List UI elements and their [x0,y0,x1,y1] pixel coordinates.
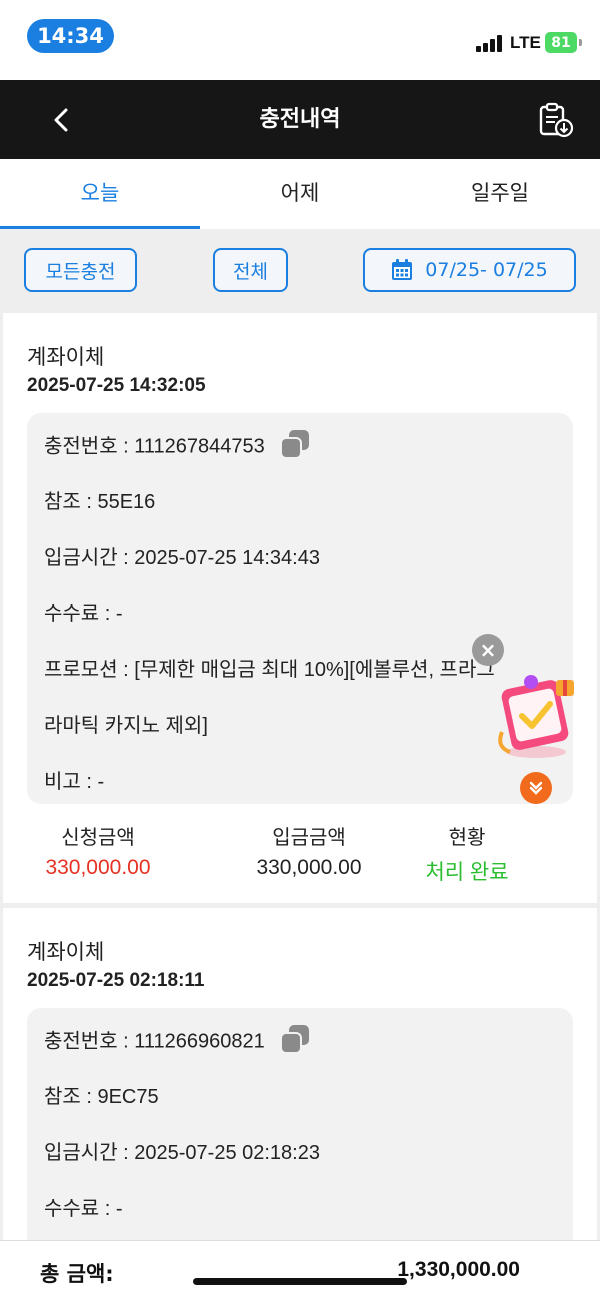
calendar-icon [392,259,413,280]
requested-value: 330,000.00 [45,856,151,879]
status-bar: 14:34 LTE 81 [0,0,600,80]
battery-tip [579,39,582,46]
battery-icon: 81 [545,32,577,53]
deposited-value: 330,000.00 [256,856,362,879]
charge-number-row: 충전번호 : 111267844753 [44,429,310,465]
deposit-time-row: 입금시간 : 2025-07-25 14:34:43 [44,547,320,569]
created-time: 2025-07-25 14:32:05 [27,375,206,396]
requested-label: 신청금액 [61,825,135,849]
charge-number: 충전번호 : 111267844753 [44,435,265,458]
double-chevron-down-icon [529,781,543,795]
record-details: 충전번호 : 111266960821 참조 : 9EC75 입금시간 : 20… [27,1008,573,1258]
tab-yesterday[interactable]: 어제 [200,159,400,229]
copy-icon[interactable] [280,1024,310,1060]
status-filter[interactable]: 전체 [213,248,288,292]
total-label: 총 금액: [40,1262,114,1286]
charge-type-filter[interactable]: 모든충전 [24,248,137,292]
signal-icon [476,34,506,52]
fee-row: 수수료 : - [44,603,123,625]
reference-row: 참조 : 55E16 [44,491,156,513]
promotion-row: 프로모션 : [무제한 매입금 최대 10%][에볼루션, 프라그 [44,659,495,681]
note-row: 비고 : - [44,771,105,793]
payment-method: 계좌이체 [27,940,105,964]
status-label: 현황 [448,825,486,849]
page-title: 충전내역 [259,107,341,132]
deposit-record-card: 계좌이체 2025-07-25 14:32:05 충전번호 : 11126784… [3,313,597,903]
app-header: 충전내역 [0,80,600,159]
back-button[interactable] [40,98,84,142]
deposited-label: 입금금액 [272,825,346,849]
requested-amount: 신청금액 330,000.00 [23,821,173,880]
clipboard-download-icon [539,102,574,138]
promo-close-button[interactable]: × [472,634,504,666]
tab-today[interactable]: 오늘 [0,159,200,229]
total-value: 1,330,000.00 [397,1258,520,1281]
status-value: 처리 완료 [425,861,509,884]
filter-bar: 모든충전 전체 07/25- 07/25 [0,229,600,313]
charge-number: 충전번호 : 111266960821 [44,1030,265,1053]
download-history-button[interactable] [534,98,578,142]
date-tabs: 오늘 어제 일주일 [0,159,600,229]
fee-row: 수수료 : - [44,1198,123,1220]
tab-week[interactable]: 일주일 [400,159,600,229]
charge-number-row: 충전번호 : 111266960821 [44,1024,310,1060]
home-indicator[interactable] [193,1278,407,1285]
copy-icon[interactable] [280,429,310,465]
processing-status: 현황 처리 완료 [407,821,527,886]
created-time: 2025-07-25 02:18:11 [27,970,205,991]
promotion-row-continued: 라마틱 카지노 제외] [44,715,208,737]
date-range-picker[interactable]: 07/25- 07/25 [363,248,576,292]
deposited-amount: 입금금액 330,000.00 [229,821,389,880]
deposit-time-row: 입금시간 : 2025-07-25 02:18:23 [44,1142,320,1164]
floating-promo-widget[interactable]: × [470,634,590,804]
reference-row: 참조 : 9EC75 [44,1086,159,1108]
status-time: 14:34 [27,19,114,53]
deposit-record-card: 계좌이체 2025-07-25 02:18:11 충전번호 : 11126696… [3,908,597,1258]
date-range-label: 07/25- 07/25 [425,259,548,281]
network-type: LTE [510,33,541,52]
gift-calendar-icon [498,675,574,758]
payment-method: 계좌이체 [27,345,105,369]
total-footer: 총 금액: 1,330,000.00 [0,1240,600,1300]
chevron-left-icon [54,108,68,132]
promo-expand-button[interactable] [520,772,552,804]
